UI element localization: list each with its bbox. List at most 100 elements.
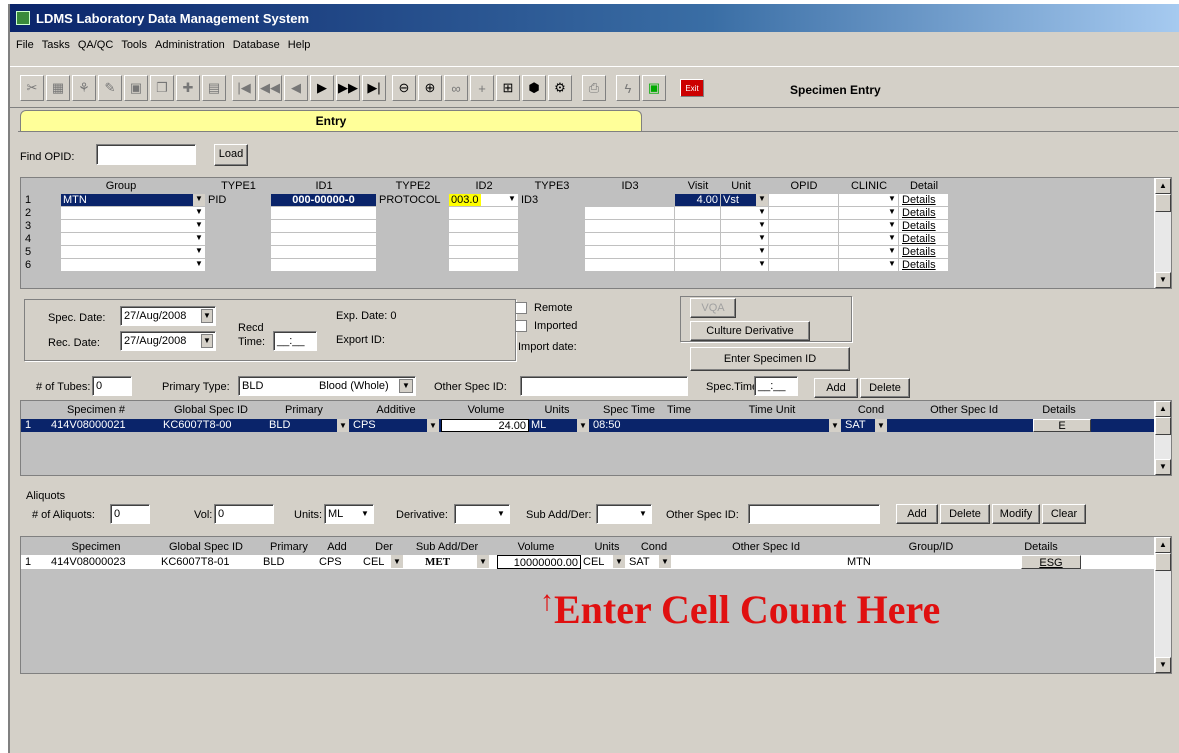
vol-input[interactable]: 0 [214, 504, 274, 524]
id1-cell[interactable] [271, 259, 377, 272]
group-cell[interactable]: ▼ [61, 246, 206, 259]
visit-cell[interactable] [675, 220, 721, 233]
other-spec-id-input[interactable] [520, 376, 688, 396]
derivative-select[interactable]: ▼ [454, 504, 510, 524]
details-link[interactable]: Details [899, 233, 949, 246]
clinic-cell[interactable]: ▼ [839, 220, 899, 233]
visit-cell[interactable]: 4.00 [675, 194, 721, 207]
find-opid-input[interactable] [96, 144, 196, 165]
recd-time-input[interactable]: __:__ [273, 331, 317, 351]
first-icon[interactable]: |◀ [232, 75, 256, 101]
monitor-icon[interactable]: ▣ [642, 75, 666, 101]
dropdown-arrow-icon[interactable]: ▼ [756, 246, 768, 258]
id2-cell[interactable] [449, 259, 519, 272]
id2-cell[interactable]: 003.0 ▼ [449, 194, 519, 207]
imported-checkbox[interactable] [515, 320, 527, 332]
dropdown-arrow-icon[interactable]: ▼ [193, 207, 205, 219]
dropdown-arrow-icon[interactable]: ▼ [886, 220, 898, 232]
scroll-up-icon[interactable]: ▲ [1155, 537, 1171, 553]
dropdown-arrow-icon[interactable]: ▼ [886, 194, 898, 206]
details-link[interactable]: Details [899, 259, 949, 272]
aliquot-add-button[interactable]: Add [896, 504, 938, 524]
scroll-thumb[interactable] [1155, 553, 1171, 571]
id3-cell[interactable] [585, 207, 675, 220]
dropdown-arrow-icon[interactable]: ▼ [886, 259, 898, 271]
vqa-button[interactable]: VQA [690, 298, 736, 318]
doc-icon[interactable]: ▤ [202, 75, 226, 101]
dropdown-arrow-icon[interactable]: ▼ [193, 220, 205, 232]
opid-cell[interactable] [769, 194, 839, 207]
id1-cell[interactable] [271, 233, 377, 246]
group-cell[interactable]: ▼ [61, 233, 206, 246]
id2-cell[interactable] [449, 233, 519, 246]
calc-icon[interactable]: ▣ [124, 75, 148, 101]
id3-cell[interactable] [585, 233, 675, 246]
dropdown-arrow-icon[interactable]: ▼ [637, 507, 649, 521]
id3-cell[interactable] [585, 220, 675, 233]
dropdown-arrow-icon[interactable]: ▼ [391, 555, 403, 568]
dropdown-arrow-icon[interactable]: ▼ [613, 555, 625, 568]
opid-cell[interactable] [769, 246, 839, 259]
tubes-input[interactable]: 0 [92, 376, 132, 396]
menu-qaqc[interactable]: QA/QC [74, 39, 117, 51]
load-button[interactable]: Load [214, 144, 248, 166]
aliquot-delete-button[interactable]: Delete [940, 504, 990, 524]
table-row[interactable]: 3 ▼ ▼ ▼ Details [21, 220, 1153, 233]
id3-cell[interactable] [585, 259, 675, 272]
menu-database[interactable]: Database [229, 39, 284, 51]
dropdown-arrow-icon[interactable]: ▼ [506, 194, 518, 206]
last-icon[interactable]: ▶| [362, 75, 386, 101]
table-row[interactable]: 6 ▼ ▼ ▼ Details [21, 259, 1153, 272]
dropdown-arrow-icon[interactable]: ▼ [756, 233, 768, 245]
next-page-icon[interactable]: ▶▶ [336, 75, 360, 101]
dropdown-arrow-icon[interactable]: ▼ [756, 259, 768, 271]
unit-cell[interactable]: ▼ [721, 207, 769, 220]
dropdown-arrow-icon[interactable]: ▼ [829, 419, 841, 432]
group-cell[interactable]: MTN ▼ [61, 194, 206, 207]
id2-cell[interactable] [449, 220, 519, 233]
aliquot-modify-button[interactable]: Modify [992, 504, 1040, 524]
clinic-cell[interactable]: ▼ [839, 259, 899, 272]
id3-cell[interactable] [585, 246, 675, 259]
menu-help[interactable]: Help [284, 39, 315, 51]
clinic-cell[interactable]: ▼ [839, 194, 899, 207]
id1-cell[interactable] [271, 220, 377, 233]
dropdown-arrow-icon[interactable]: ▼ [577, 419, 589, 432]
dropdown-arrow-icon[interactable]: ▼ [886, 233, 898, 245]
specimen-details-button[interactable]: E [1033, 419, 1091, 432]
aliquot-details-button[interactable]: ESG [1021, 555, 1081, 569]
details-link[interactable]: Details [899, 220, 949, 233]
dropdown-arrow-icon[interactable]: ▼ [337, 419, 349, 432]
dropdown-arrow-icon[interactable]: ▼ [201, 334, 213, 348]
group-cell[interactable]: ▼ [61, 207, 206, 220]
box-icon[interactable]: ⬢ [522, 75, 546, 101]
dropdown-arrow-icon[interactable]: ▼ [193, 233, 205, 245]
enter-specimen-id-button[interactable]: Enter Specimen ID [690, 347, 850, 371]
unit-cell[interactable]: ▼ [721, 259, 769, 272]
dropdown-arrow-icon[interactable]: ▼ [193, 259, 205, 271]
visit-cell[interactable] [675, 207, 721, 220]
paste-icon[interactable]: ✚ [176, 75, 200, 101]
table-row[interactable]: 1 414V08000023 KC6007T8-01 BLD CPS CEL ▼… [21, 555, 1155, 569]
add-icon[interactable]: + [470, 75, 494, 101]
scroll-down-icon[interactable]: ▼ [1155, 657, 1171, 673]
aliquot-other-spec-id-input[interactable] [748, 504, 880, 524]
dropdown-arrow-icon[interactable]: ▼ [659, 555, 671, 568]
visit-cell[interactable] [675, 233, 721, 246]
cut-icon[interactable]: ✂ [20, 75, 44, 101]
details-link[interactable]: Details [899, 246, 949, 259]
dropdown-arrow-icon[interactable]: ▼ [193, 194, 205, 206]
menu-file[interactable]: File [12, 39, 38, 51]
opid-cell[interactable] [769, 233, 839, 246]
aliquot-clear-button[interactable]: Clear [1042, 504, 1086, 524]
grid-icon[interactable]: ▦ [46, 75, 70, 101]
id1-cell[interactable] [271, 246, 377, 259]
id3-cell[interactable] [585, 194, 675, 207]
dropdown-arrow-icon[interactable]: ▼ [495, 507, 507, 521]
scroll-thumb[interactable] [1155, 417, 1171, 435]
details-link[interactable]: Details [899, 207, 949, 220]
table-row[interactable]: 2 ▼ ▼ ▼ Details [21, 207, 1153, 220]
visit-cell[interactable] [675, 246, 721, 259]
unit-cell[interactable]: ▼ [721, 233, 769, 246]
scroll-up-icon[interactable]: ▲ [1155, 401, 1171, 417]
